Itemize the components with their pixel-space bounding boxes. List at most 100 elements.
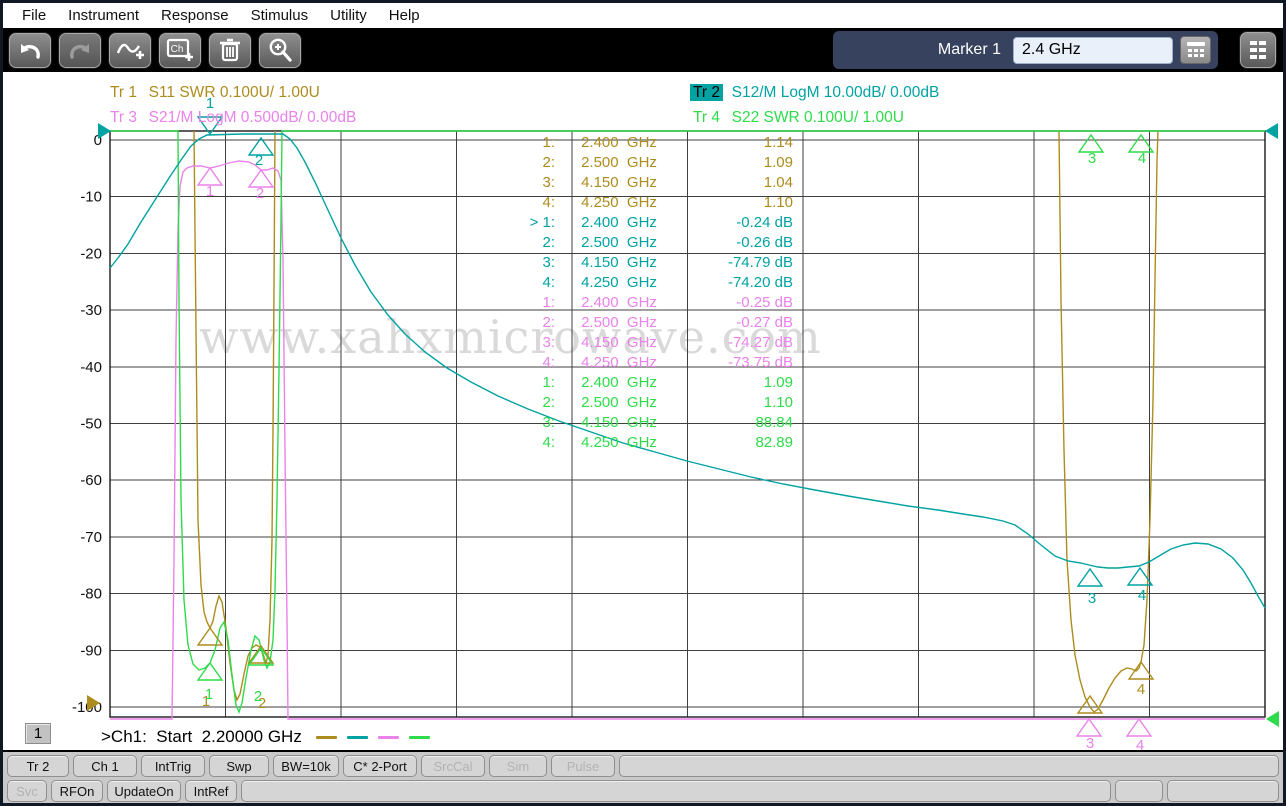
legend-dash	[316, 736, 337, 739]
status-segment	[619, 755, 1279, 777]
trace-format: S12/M LogM 10.00dB/ 0.00dB	[732, 84, 940, 101]
marker-number-label: 1	[206, 183, 214, 200]
status-segment	[1115, 780, 1163, 802]
toolbar: Ch Marker 1	[3, 28, 1283, 72]
softkey-rfon[interactable]: RFOn	[51, 780, 103, 802]
softkey-swp[interactable]: Swp	[209, 755, 269, 777]
zoom-button[interactable]	[258, 32, 302, 69]
marker-row-tr2: 4:4.250 GHz-74.20 dB	[501, 273, 793, 293]
marker-triangle[interactable]	[1078, 696, 1102, 713]
marker-number-label: 4	[1138, 150, 1146, 167]
redo-icon	[67, 38, 93, 62]
delete-button[interactable]	[208, 32, 252, 69]
menu-help[interactable]: Help	[378, 7, 431, 24]
marker-panel: Marker 1	[833, 31, 1218, 69]
marker-row-tr4: 2:2.500 GHz1.10	[501, 393, 793, 413]
marker-row-tr4: 1:2.400 GHz1.09	[501, 373, 793, 393]
trace-header-tr1[interactable]: Tr 1 S11 SWR 0.100U/ 1.00U	[107, 84, 320, 102]
start-value: 2.20000 GHz	[202, 727, 302, 747]
trace-header-tr2[interactable]: Tr 2 S12/M LogM 10.00dB/ 0.00dB	[690, 84, 939, 102]
softkey-ch-1[interactable]: Ch 1	[73, 755, 137, 777]
y-axis-label: -30	[80, 302, 102, 319]
marker-row-tr3: 3:4.150 GHz-74.27 dB	[501, 333, 793, 353]
trash-icon	[218, 37, 242, 63]
trace-id: Tr 3	[107, 109, 140, 126]
marker-row-tr3: 2:2.500 GHz-0.27 dB	[501, 313, 793, 333]
marker-frequency-input[interactable]	[1013, 37, 1173, 64]
legend-dash	[409, 736, 430, 739]
softkey-bw-10k[interactable]: BW=10k	[273, 755, 339, 777]
marker-panel-label: Marker 1	[938, 41, 1001, 59]
trace-id: Tr 4	[690, 109, 723, 126]
marker-triangle[interactable]	[198, 663, 222, 680]
channel-prefix: >Ch1:	[101, 727, 147, 747]
marker-triangle[interactable]	[1078, 569, 1102, 586]
sweep-start-readout: >Ch1: Start 2.20000 GHz	[101, 727, 440, 747]
y-axis-label: -90	[80, 642, 102, 659]
grid-list-icon	[1248, 39, 1268, 61]
marker-row-tr4: 3:4.150 GHz88.84	[501, 413, 793, 433]
marker-readout-table: 1:2.400 GHz1.142:2.500 GHz1.09 3:4.150 GH…	[501, 133, 793, 453]
trace-header-tr4[interactable]: Tr 4 S22 SWR 0.100U/ 1.00U	[690, 109, 904, 127]
redo-button	[58, 32, 102, 69]
y-axis-label: -60	[80, 472, 102, 489]
marker-number-label: 3	[1088, 150, 1096, 167]
menu-response[interactable]: Response	[150, 7, 240, 24]
trace-curve-1	[1059, 131, 1158, 712]
vna-application-window: FileInstrumentResponseStimulusUtilityHel…	[0, 0, 1286, 806]
marker-number-label: 1	[205, 686, 213, 703]
legend-dash	[347, 736, 368, 739]
marker-number-label: 3	[1088, 590, 1096, 607]
menu-stimulus[interactable]: Stimulus	[240, 7, 320, 24]
marker-row-tr2: 3:4.150 GHz-74.79 dB	[501, 253, 793, 273]
add-trace-icon	[116, 38, 144, 62]
softkey-updateon[interactable]: UpdateOn	[107, 780, 181, 802]
y-axis-label: -80	[80, 586, 102, 603]
trace-format: S21/M LogM 0.500dB/ 0.00dB	[149, 109, 357, 126]
marker-row-tr1: 2:2.500 GHz1.09	[501, 153, 793, 173]
marker-row-tr4: 4:4.250 GHz82.89	[501, 433, 793, 453]
trace-id: Tr 1	[107, 84, 140, 101]
softkey-c-2-port[interactable]: C* 2-Port	[343, 755, 417, 777]
menu-file[interactable]: File	[11, 7, 57, 24]
softkey-pulse: Pulse	[551, 755, 615, 777]
marker-number-label: 2	[256, 185, 264, 202]
softkey-intref[interactable]: IntRef	[185, 780, 237, 802]
add-channel-button[interactable]: Ch	[158, 32, 202, 69]
softkey-inttrig[interactable]: IntTrig	[141, 755, 205, 777]
sweep-stop-readout: Stop 4.50000 GHz	[1132, 727, 1261, 750]
y-axis-label: -20	[80, 245, 102, 262]
reference-level-arrow	[1265, 123, 1278, 139]
stop-label: Stop	[1161, 747, 1196, 750]
keypad-button[interactable]	[1180, 36, 1211, 64]
marker-row-tr1: 1:2.400 GHz1.14	[501, 133, 793, 153]
channel-indicator[interactable]: 1	[25, 723, 51, 744]
marker-row-tr2: 2:2.500 GHz-0.26 dB	[501, 233, 793, 253]
softkey-sim: Sim	[489, 755, 547, 777]
trace-format: S22 SWR 0.100U/ 1.00U	[732, 109, 904, 126]
plot-area[interactable]: Tr 1 S11 SWR 0.100U/ 1.00U Tr 2 S12/M Lo…	[3, 72, 1283, 750]
marker-number-label: 2	[254, 688, 262, 705]
marker-triangle[interactable]	[1077, 719, 1101, 736]
menu-instrument[interactable]: Instrument	[57, 7, 150, 24]
start-label: Start	[156, 727, 192, 747]
trace-curve-0	[194, 131, 275, 700]
undo-button[interactable]	[8, 32, 52, 69]
trace-format: S11 SWR 0.100U/ 1.00U	[149, 84, 320, 101]
zoom-icon	[267, 37, 293, 63]
y-axis-label: -70	[80, 529, 102, 546]
legend-dash	[378, 736, 399, 739]
add-trace-button[interactable]	[108, 32, 152, 69]
svg-text:Ch: Ch	[171, 44, 184, 55]
marker-number-label: 3	[1086, 735, 1094, 750]
marker-number-label: 2	[255, 152, 263, 169]
menu-utility[interactable]: Utility	[319, 7, 378, 24]
menu-bar: FileInstrumentResponseStimulusUtilityHel…	[3, 3, 1283, 28]
status-segment	[1167, 780, 1279, 802]
marker-row-tr3: 4:4.250 GHz-73.75 dB	[501, 353, 793, 373]
softkey-tr-2[interactable]: Tr 2	[7, 755, 69, 777]
softkey-srccal: SrcCal	[421, 755, 485, 777]
marker-row-tr2: > 1:2.400 GHz-0.24 dB	[501, 213, 793, 233]
marker-table-toggle-button[interactable]	[1239, 31, 1277, 69]
trace-header-tr3[interactable]: Tr 3 S21/M LogM 0.500dB/ 0.00dB	[107, 109, 356, 127]
